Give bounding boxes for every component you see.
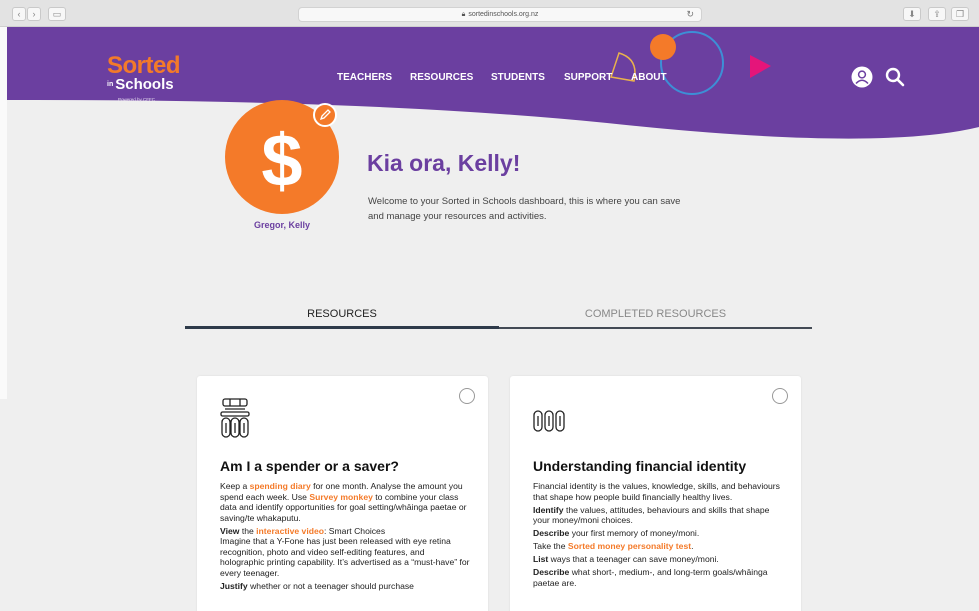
card-paragraph: Describe your first memory of money/moni… [533, 528, 700, 538]
page-title: Kia ora, Kelly! [367, 150, 521, 176]
tab-resources[interactable]: RESOURCES [185, 308, 499, 320]
card-paragraph: List ways that a teenager can save money… [533, 554, 719, 564]
spending-diary-link[interactable]: spending diary [250, 481, 311, 491]
user-circle-icon[interactable] [851, 66, 873, 88]
card-title: Understanding financial identity [533, 458, 747, 474]
pencil-icon [319, 109, 331, 121]
money-bills-icon [533, 410, 565, 432]
logo-schools-text: Schools [115, 76, 174, 93]
card-paragraph: Financial identity is the values, knowle… [533, 481, 780, 502]
sidebar-toggle-icon[interactable]: ▭ [48, 7, 66, 21]
back-icon[interactable]: ‹ [12, 7, 26, 21]
tab-completed-resources[interactable]: COMPLETED RESOURCES [499, 308, 812, 320]
tab-completed-label: COMPLETED RESOURCES [584, 308, 727, 320]
site-logo[interactable]: Sorted in Schools Powered by CFFC [107, 52, 181, 103]
tab-completed-underline [499, 327, 812, 329]
decor-dot-icon [650, 34, 676, 60]
nav-resources[interactable]: RESOURCES [410, 72, 473, 83]
money-personality-test-link[interactable]: Sorted money personality test [568, 541, 691, 551]
logo-in: in [107, 81, 114, 89]
site-header: Sorted in Schools Powered by CFFC TEACHER… [7, 27, 979, 142]
tab-resources-underline [185, 326, 499, 329]
profile-name: Gregor, Kelly [253, 220, 311, 230]
nav-support[interactable]: SUPPORT [564, 72, 612, 83]
card-paragraph: View the interactive video: Smart Choice… [220, 525, 470, 578]
survey-monkey-link[interactable]: Survey monkey [309, 492, 373, 502]
interactive-video-link[interactable]: interactive video [256, 526, 324, 536]
tabs-icon[interactable]: ❐ [951, 7, 969, 21]
address-bar[interactable]: 🔒︎ sortedinschools.org.nz ↻ [298, 7, 702, 22]
logo-schools: in Schools [107, 77, 180, 93]
card-body: Financial identity is the values, knowle… [533, 481, 783, 591]
card-paragraph: Justify whether or not a teenager should… [220, 580, 414, 591]
forward-icon[interactable]: › [27, 7, 41, 21]
card-title: Am I a spender or a saver? [220, 458, 399, 474]
complete-checkbox[interactable] [772, 388, 788, 404]
resource-card[interactable]: Am I a spender or a saver? Keep a spendi… [197, 376, 488, 611]
browser-toolbar: ‹ › ▭ 🔒︎ sortedinschools.org.nz ↻ ⬇ ⇪ ❐ [0, 0, 979, 27]
search-icon[interactable] [885, 67, 905, 87]
nav-about[interactable]: ABOUT [631, 72, 667, 83]
svg-text:$: $ [261, 119, 302, 202]
url-text: sortedinschools.org.nz [468, 11, 539, 18]
nav-teachers[interactable]: TEACHERS [337, 72, 392, 83]
nav-students[interactable]: STUDENTS [491, 72, 545, 83]
lock-icon: 🔒︎ [461, 11, 466, 18]
tab-resources-label: RESOURCES [307, 308, 377, 320]
card-paragraph: Keep a spending diary for one month. Ana… [220, 481, 467, 523]
resource-card[interactable]: Understanding financial identity Financi… [510, 376, 801, 611]
logo-powered-by: Powered by CFFC [118, 97, 156, 103]
card-body: Keep a spending diary for one month. Ana… [220, 481, 470, 594]
reload-icon[interactable]: ↻ [686, 8, 694, 21]
left-panel-edge [0, 27, 7, 399]
logo-sorted: Sorted [107, 52, 181, 79]
complete-checkbox[interactable] [459, 388, 475, 404]
card-paragraph: Describe what short-, medium-, and long-… [533, 567, 768, 588]
card-paragraph: Identify the values, attitudes, behaviou… [533, 504, 770, 526]
edit-avatar-button[interactable] [313, 103, 337, 127]
card-paragraph: Take the Sorted money personality test. [533, 541, 694, 551]
coin-stack-icon [220, 398, 250, 438]
welcome-text: Welcome to your Sorted in Schools dashbo… [368, 196, 681, 222]
downloads-icon[interactable]: ⬇ [903, 7, 921, 21]
share-icon[interactable]: ⇪ [928, 7, 946, 21]
